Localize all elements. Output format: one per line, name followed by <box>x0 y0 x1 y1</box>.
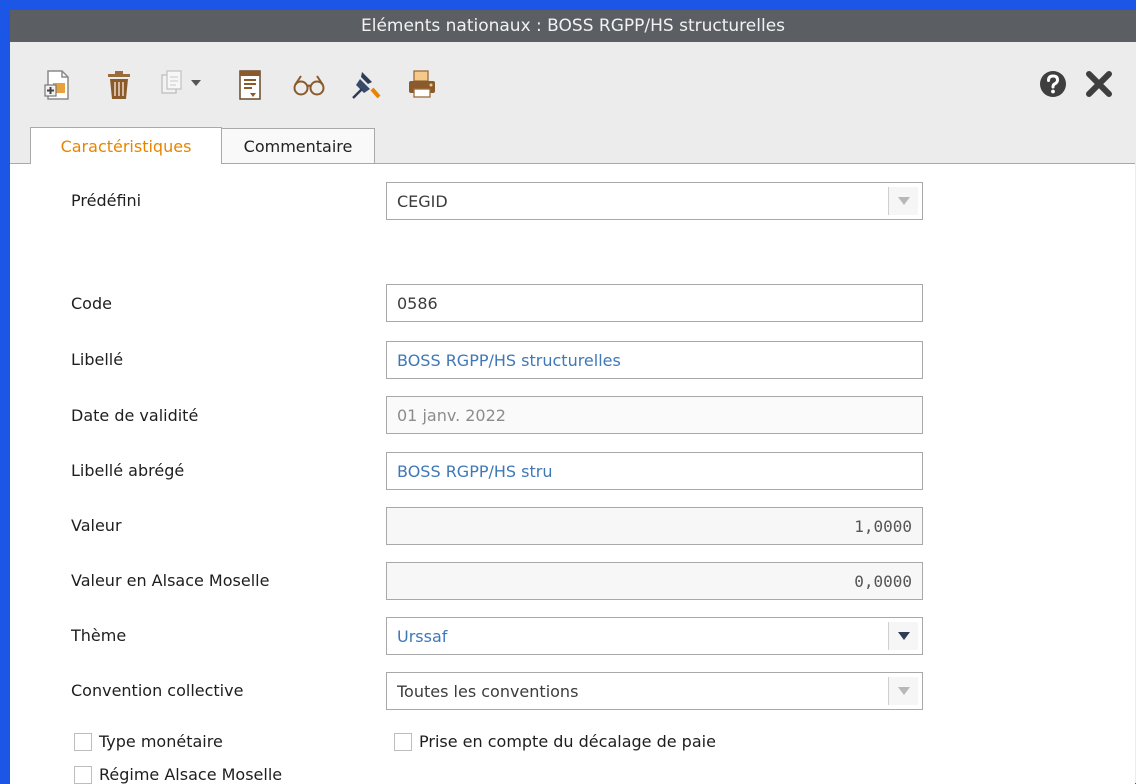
chevron-down-icon[interactable] <box>888 677 918 705</box>
tab-label: Commentaire <box>243 136 353 156</box>
code-field[interactable]: 0586 <box>386 284 923 322</box>
date-validite-value: 01 janv. 2022 <box>397 405 506 425</box>
libelle-abrege-value: BOSS RGPP/HS stru <box>397 461 553 481</box>
theme-select[interactable]: Urssaf <box>386 617 923 655</box>
valeur-label: Valeur <box>71 516 122 535</box>
checkbox-box[interactable] <box>394 732 412 751</box>
checkbox-box[interactable] <box>74 765 92 784</box>
valeur-alsace-label: Valeur en Alsace Moselle <box>71 571 270 590</box>
libelle-label: Libellé <box>71 350 124 369</box>
window-title: Eléments nationaux : BOSS RGPP/HS struct… <box>360 16 786 36</box>
window-title-bar: Eléments nationaux : BOSS RGPP/HS struct… <box>10 10 1136 42</box>
toolbar <box>10 42 1136 122</box>
glasses-icon[interactable] <box>292 73 326 97</box>
close-icon[interactable] <box>1084 69 1114 99</box>
report-icon[interactable] <box>237 69 263 101</box>
type-monetaire-label: Type monétaire <box>99 732 223 751</box>
form-panel: Prédéfini CEGID Code 0586 Libellé BOSS R… <box>10 163 1135 784</box>
tab-caracteristiques[interactable]: Caractéristiques <box>30 127 222 164</box>
libelle-abrege-field[interactable]: BOSS RGPP/HS stru <box>386 452 923 490</box>
convention-select[interactable]: Toutes les conventions <box>386 672 923 710</box>
libelle-value: BOSS RGPP/HS structurelles <box>397 350 621 370</box>
predefini-value: CEGID <box>397 191 448 211</box>
delete-trash-icon[interactable] <box>106 69 132 101</box>
convention-label: Convention collective <box>71 681 244 700</box>
help-icon[interactable] <box>1038 69 1068 99</box>
valeur-alsace-field[interactable]: 0,0000 <box>386 562 923 600</box>
date-validite-label: Date de validité <box>71 406 199 425</box>
regime-alsace-checkbox[interactable]: Régime Alsace Moselle <box>74 765 282 784</box>
decalage-paie-label: Prise en compte du décalage de paie <box>419 732 716 751</box>
print-icon[interactable] <box>406 69 438 99</box>
libelle-field[interactable]: BOSS RGPP/HS structurelles <box>386 341 923 379</box>
tab-commentaire[interactable]: Commentaire <box>221 128 375 163</box>
decalage-paie-checkbox[interactable]: Prise en compte du décalage de paie <box>394 732 716 751</box>
tab-strip: Caractéristiques Commentaire <box>10 118 1136 164</box>
copy-icon[interactable] <box>160 69 184 95</box>
dialog-window: Eléments nationaux : BOSS RGPP/HS struct… <box>10 10 1136 784</box>
convention-value: Toutes les conventions <box>397 681 579 701</box>
chevron-down-icon[interactable] <box>888 187 918 215</box>
valeur-value: 1,0000 <box>854 516 912 536</box>
code-label: Code <box>71 294 112 313</box>
regime-alsace-label: Régime Alsace Moselle <box>99 765 283 784</box>
predefini-select[interactable]: CEGID <box>386 182 923 220</box>
tab-label: Caractéristiques <box>60 136 192 156</box>
valeur-alsace-value: 0,0000 <box>854 571 912 591</box>
checkbox-box[interactable] <box>74 732 92 751</box>
new-document-icon[interactable] <box>44 69 74 101</box>
date-validite-field[interactable]: 01 janv. 2022 <box>386 396 923 434</box>
dropdown-arrow-icon[interactable] <box>190 78 202 88</box>
pin-icon[interactable] <box>350 69 382 101</box>
theme-value: Urssaf <box>397 626 448 646</box>
theme-label: Thème <box>71 626 127 645</box>
predefini-label: Prédéfini <box>71 191 142 210</box>
code-value: 0586 <box>397 293 438 313</box>
libelle-abrege-label: Libellé abrégé <box>71 461 185 480</box>
valeur-field[interactable]: 1,0000 <box>386 507 923 545</box>
chevron-down-icon[interactable] <box>888 622 918 650</box>
type-monetaire-checkbox[interactable]: Type monétaire <box>74 732 223 751</box>
